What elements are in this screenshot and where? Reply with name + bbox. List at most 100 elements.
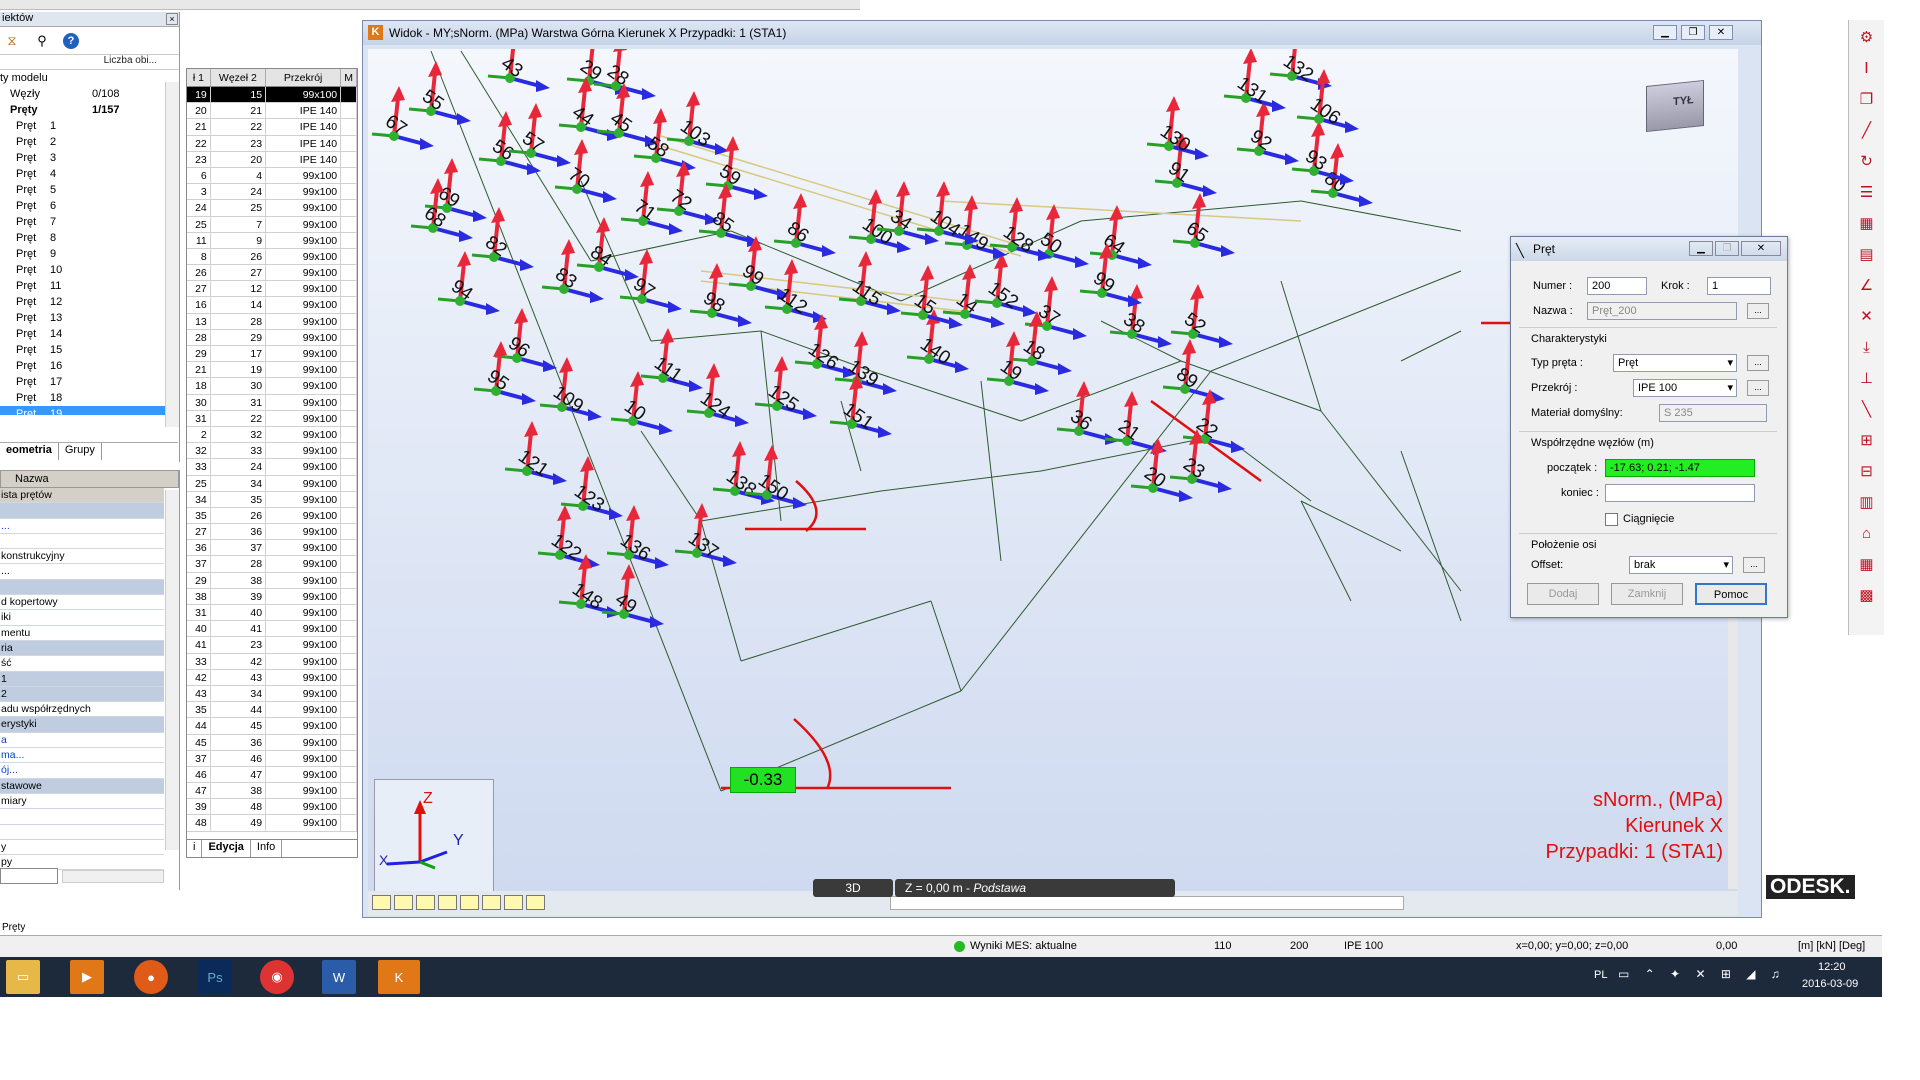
tool-icon[interactable] — [394, 895, 413, 910]
table-row[interactable]: 20 21 IPE 140 — [187, 103, 357, 120]
tray-icons[interactable]: ▭ ⌃ ✦ ✕ ⊞ ◢ ♫ — [1618, 967, 1786, 981]
property-row[interactable]: adu współrzędnych — [0, 702, 164, 718]
tool-icon[interactable] — [372, 895, 391, 910]
tool-icon[interactable] — [460, 895, 479, 910]
frame-icon[interactable]: ⊟ — [1856, 460, 1878, 482]
tree-scrollbar[interactable] — [165, 82, 179, 427]
property-row[interactable]: ... — [0, 564, 164, 580]
table-row[interactable]: 25 7 99x100 — [187, 216, 357, 233]
property-row[interactable] — [0, 534, 164, 550]
tree-item[interactable]: ty modelu — [0, 70, 179, 86]
angle-icon[interactable]: ∠ — [1856, 274, 1878, 296]
property-row[interactable]: iki — [0, 610, 164, 626]
table-row[interactable]: 35 26 99x100 — [187, 507, 357, 525]
minimize-button[interactable]: ▁ — [1653, 25, 1677, 40]
view-hscroll[interactable] — [890, 896, 1404, 910]
typ-more-button[interactable]: ... — [1747, 355, 1769, 371]
tree-item[interactable]: Pręt 1 — [0, 118, 179, 134]
copy-icon[interactable]: ❐ — [1856, 88, 1878, 110]
report-icon[interactable]: ▩ — [1856, 584, 1878, 606]
tool-icon[interactable] — [438, 895, 457, 910]
tree-item[interactable]: Pręt 5 — [0, 182, 179, 198]
tree-item[interactable]: Pręt 18 — [0, 390, 179, 406]
property-row[interactable] — [0, 503, 164, 519]
table-row[interactable]: 47 38 99x100 — [187, 783, 357, 800]
koniec-input[interactable] — [1605, 484, 1755, 502]
table-row[interactable]: 44 45 99x100 — [187, 718, 357, 735]
support-icon[interactable]: ⊥ — [1856, 367, 1878, 389]
property-row[interactable] — [0, 809, 164, 825]
offset-more-button[interactable]: ... — [1743, 557, 1765, 573]
firefox-icon[interactable]: ● — [134, 960, 168, 994]
bar-icon[interactable]: ╱ — [1856, 119, 1878, 141]
property-row[interactable]: stawowe — [0, 778, 164, 794]
table-row[interactable]: 32 33 99x100 — [187, 443, 357, 460]
properties-scrollbar[interactable] — [165, 490, 179, 850]
table-icon[interactable]: ▦ — [1856, 212, 1878, 234]
table-row[interactable]: 31 40 99x100 — [187, 605, 357, 622]
tree-item[interactable]: Pręt 6 — [0, 198, 179, 214]
tab-groups[interactable]: Grupy — [59, 443, 102, 460]
property-row[interactable]: ma... — [0, 748, 164, 764]
col-node2-header[interactable]: Węzeł 2 — [211, 69, 267, 86]
properties-input[interactable] — [0, 868, 58, 884]
robot-tool-icon[interactable]: ⚙ — [1856, 26, 1878, 48]
krok-input[interactable]: 1 — [1707, 277, 1771, 295]
table-row[interactable]: 21 19 99x100 — [187, 362, 357, 379]
nazwa-input[interactable]: Pręt_200 — [1587, 302, 1737, 320]
tree-item[interactable]: Pręt 2 — [0, 134, 179, 150]
property-row[interactable]: ria — [0, 640, 164, 657]
table-row[interactable]: 26 27 99x100 — [187, 265, 357, 282]
table-row[interactable]: 13 28 99x100 — [187, 313, 357, 330]
close-icon[interactable]: × — [166, 13, 178, 25]
tool-icon[interactable] — [482, 895, 501, 910]
tab-edit[interactable]: Edycja — [202, 840, 251, 857]
col-node1-header[interactable]: ł 1 — [187, 69, 211, 86]
count-column-header[interactable]: Liczba obi... — [0, 55, 179, 70]
grid-icon[interactable]: ▤ — [1856, 243, 1878, 265]
tree-item[interactable]: Pręt 9 — [0, 246, 179, 262]
poczatek-input[interactable]: -17.63; 0.21; -1.47 — [1605, 459, 1755, 477]
table-row[interactable]: 48 49 99x100 — [187, 815, 357, 832]
legend-scrollbar[interactable] — [1728, 589, 1738, 889]
tree-item[interactable]: Pręt 8 — [0, 230, 179, 246]
tree-item[interactable]: Pręt 11 — [0, 278, 179, 294]
table-row[interactable]: 3 24 99x100 — [187, 184, 357, 201]
close-button[interactable]: ✕ — [1709, 25, 1733, 40]
tab-info[interactable]: Info — [251, 840, 283, 857]
load-icon[interactable]: ⤓ — [1856, 336, 1878, 358]
truss-icon[interactable]: ⊞ — [1856, 429, 1878, 451]
wall-icon[interactable]: ▥ — [1856, 491, 1878, 513]
layers-icon[interactable]: ☰ — [1856, 181, 1878, 203]
dialog-maximize-button[interactable]: ❐ — [1715, 241, 1739, 256]
tree-item[interactable]: Pręt 16 — [0, 358, 179, 374]
table-row[interactable]: 28 29 99x100 — [187, 329, 357, 346]
property-row[interactable]: d kopertowy — [0, 595, 164, 611]
property-row[interactable] — [0, 579, 164, 596]
typ-select[interactable]: Pręt — [1613, 354, 1737, 372]
table-row[interactable]: 22 23 IPE 140 — [187, 135, 357, 152]
tree-item[interactable]: Pręt 17 — [0, 374, 179, 390]
table-row[interactable]: 46 47 99x100 — [187, 766, 357, 784]
table-row[interactable]: 29 38 99x100 — [187, 572, 357, 589]
help-icon[interactable]: ? — [63, 32, 79, 49]
table-row[interactable]: 24 25 99x100 — [187, 200, 357, 217]
przekroj-more-button[interactable]: ... — [1747, 380, 1769, 396]
table-row[interactable]: 16 14 99x100 — [187, 297, 357, 314]
table-row[interactable]: 42 43 99x100 — [187, 669, 357, 686]
tree-item[interactable]: Pręt 7 — [0, 214, 179, 230]
beam-icon[interactable]: Ⅰ — [1856, 57, 1878, 79]
media-player-icon[interactable]: ▶ — [70, 960, 104, 994]
tree-item[interactable]: Pręt 15 — [0, 342, 179, 358]
property-row[interactable] — [0, 825, 164, 840]
table-row[interactable]: 30 31 99x100 — [187, 394, 357, 411]
table-row[interactable]: 11 9 99x100 — [187, 232, 357, 249]
line-icon[interactable]: ╲ — [1856, 398, 1878, 420]
language-indicator[interactable]: PL — [1594, 969, 1607, 981]
table-row[interactable]: 40 41 99x100 — [187, 621, 357, 638]
mode-button[interactable]: 3D — [813, 879, 893, 897]
word-icon[interactable]: W — [322, 960, 356, 994]
table-row[interactable]: 36 37 99x100 — [187, 540, 357, 557]
table-row[interactable]: 31 22 99x100 — [187, 410, 357, 427]
numer-input[interactable]: 200 — [1587, 277, 1647, 295]
